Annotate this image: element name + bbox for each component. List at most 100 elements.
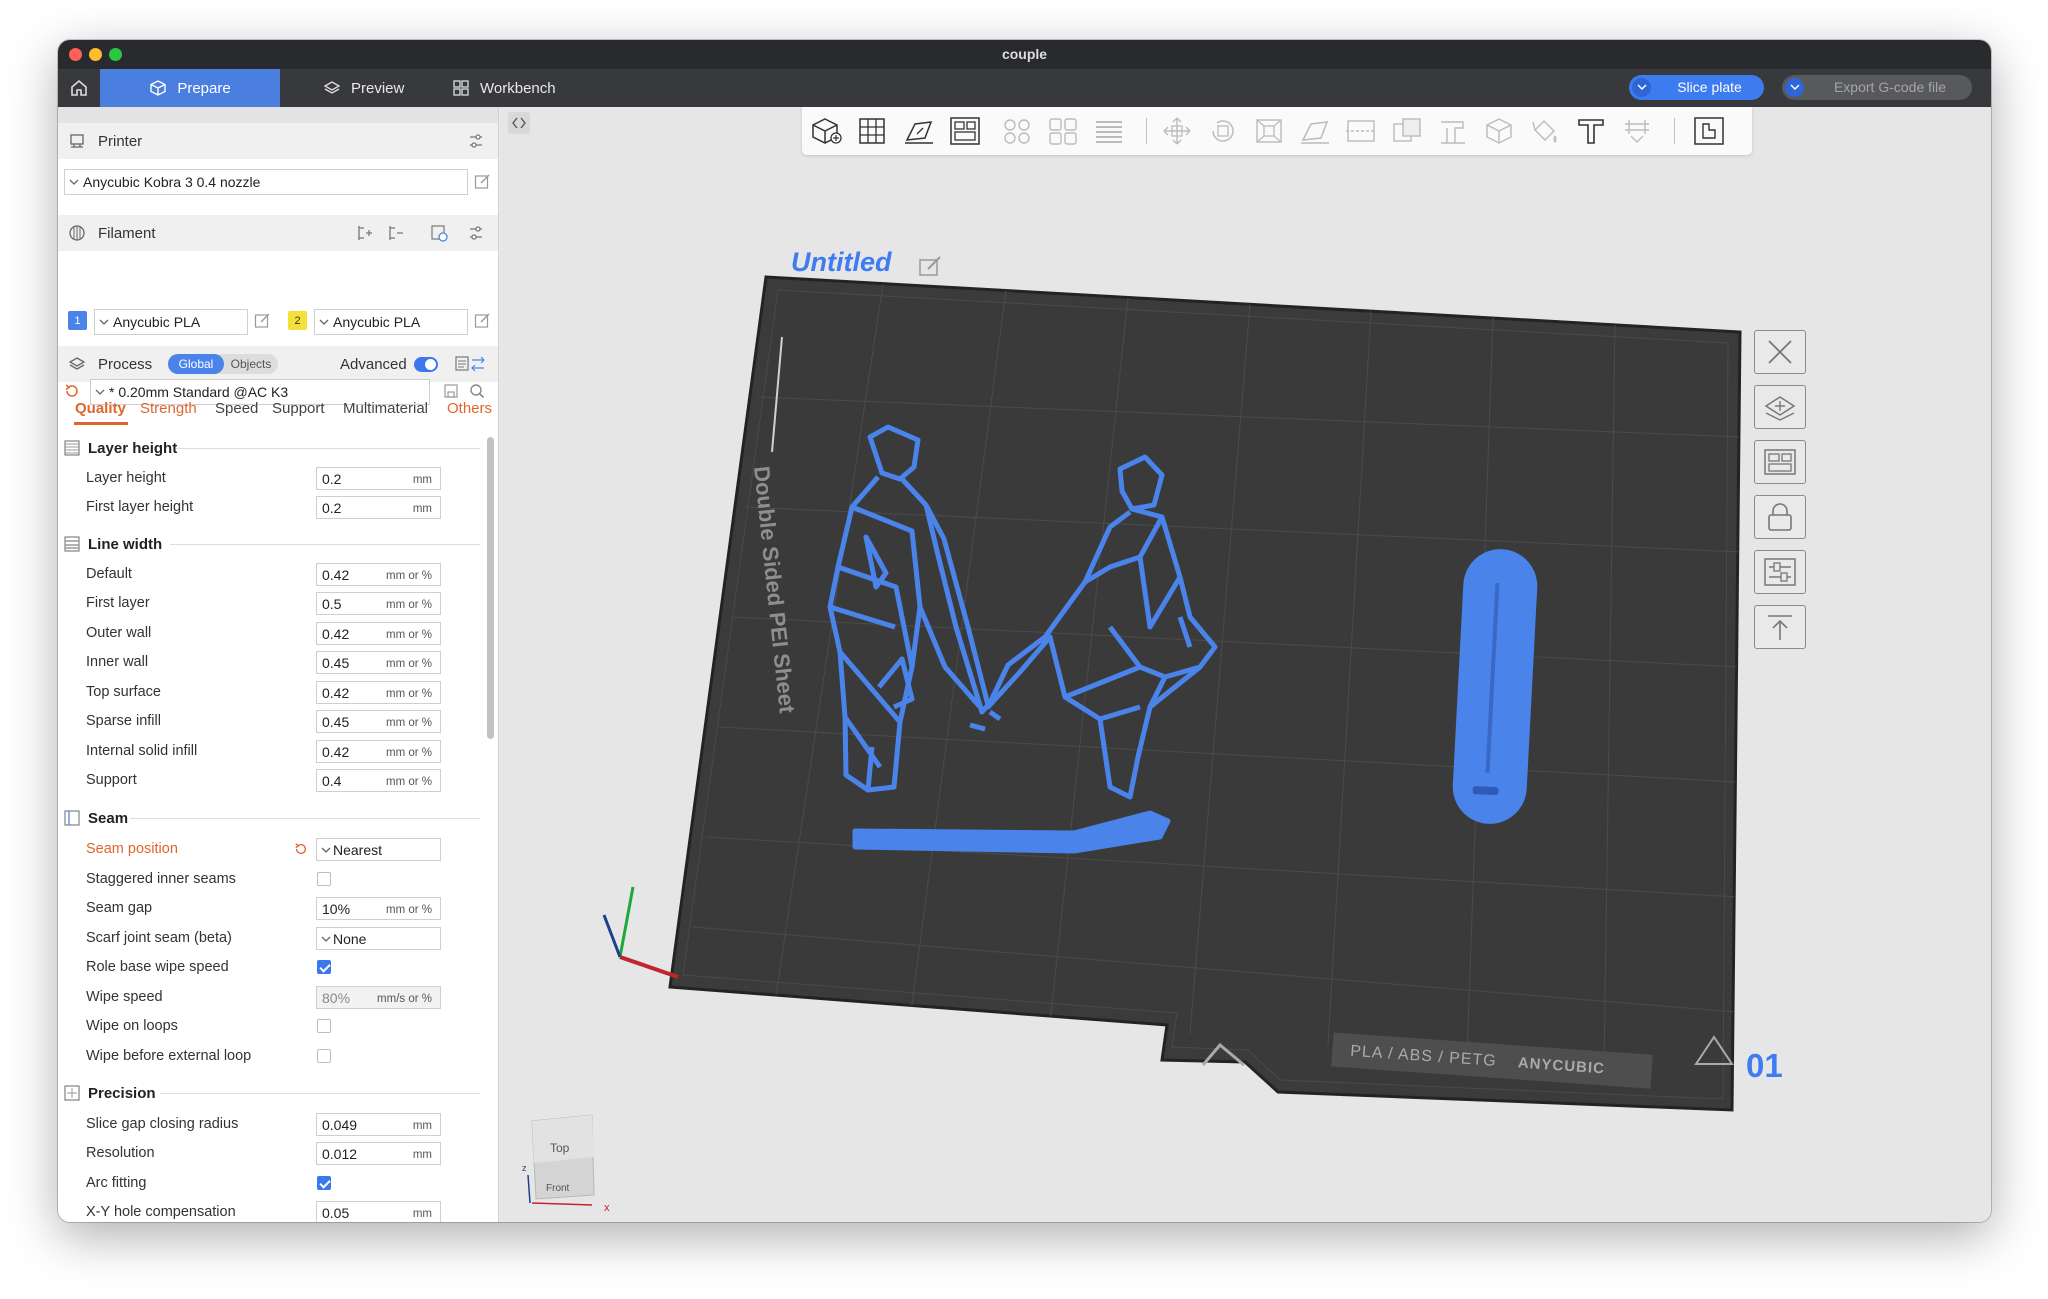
setting-outer-wall-width-input[interactable]: 0.42 mm or % [316,622,441,645]
settings-scrollbar[interactable] [486,437,496,1222]
setting-top-surface-width-label: Top surface [86,684,161,700]
filament-slot-2-value: Anycubic PLA [333,314,421,330]
plate-settings-button[interactable] [1754,550,1806,594]
scope-objects-button[interactable]: Objects [224,354,278,374]
group-line-width: Line width [64,533,162,555]
filament-slot-1-value: Anycubic PLA [113,314,201,330]
layer-height-icon [64,440,80,456]
axis-x-line [619,955,679,979]
setting-support-width-input[interactable]: 0.4 mm or % [316,769,441,792]
reset-setting-icon[interactable] [294,842,308,856]
add-filament-icon[interactable] [355,224,373,242]
setting-slice-gap-closing-radius-label: Slice gap closing radius [86,1116,239,1132]
3d-viewport[interactable]: Untitled Double Sided PEI Sheet PLA / AB… [500,107,1991,1222]
printer-settings-icon[interactable] [468,133,484,149]
subtab-quality[interactable]: Quality [75,400,126,417]
subtab-others[interactable]: Others [447,400,492,417]
filament-settings-icon[interactable] [468,225,484,241]
filament-section-header: Filament [58,215,498,251]
main-tab-bar: Prepare Preview Workbench Slice plate Ex… [58,69,1991,107]
setting-inner-wall-width-input[interactable]: 0.45 mm or % [316,651,441,674]
printer-select-value: Anycubic Kobra 3 0.4 nozzle [83,174,261,190]
setting-seam-gap-input[interactable]: 10% mm or % [316,897,441,920]
move-to-top-icon [1768,615,1792,640]
export-gcode-button[interactable]: Export G-code file [1782,75,1972,100]
home-button[interactable] [58,69,100,107]
tab-workbench-label: Workbench [480,79,556,97]
compare-presets-icon[interactable] [454,355,488,373]
setting-support-width-label: Support [86,772,137,788]
setting-default-width-input[interactable]: 0.42 mm or % [316,563,441,586]
setting-first-layer-height-input[interactable]: 0.2 mm [316,496,441,519]
setting-scarf-joint-seam-select[interactable]: None [316,927,441,950]
setting-sparse-infill-width-input[interactable]: 0.45 mm or % [316,710,441,733]
setting-resolution-input[interactable]: 0.012 mm [316,1142,441,1165]
tab-prepare-label: Prepare [177,79,231,97]
printer-section-header: Printer [58,123,498,159]
orient-plate-button[interactable] [1754,385,1806,429]
tab-prepare[interactable]: Prepare [100,69,280,107]
slice-plate-button[interactable]: Slice plate [1629,75,1764,100]
setting-sparse-infill-width-label: Sparse infill [86,713,161,729]
filament-slot-2-select[interactable]: Anycubic PLA [314,309,468,335]
chevron-down-icon [319,319,329,325]
tab-preview[interactable]: Preview [301,69,426,107]
seam-icon [64,810,80,826]
setting-wipe-on-loops-checkbox[interactable] [317,1019,331,1033]
export-dropdown-toggle[interactable] [1785,78,1804,97]
line-width-icon [64,536,80,552]
printer-select[interactable]: Anycubic Kobra 3 0.4 nozzle [64,169,468,195]
scope-global-button[interactable]: Global [168,354,224,374]
group-divider [130,818,480,819]
axis-y-line [618,886,635,958]
subtab-strength[interactable]: Strength [140,400,197,417]
setting-internal-solid-infill-width-input[interactable]: 0.42 mm or % [316,740,441,763]
setting-wipe-speed-input[interactable]: 80% mm/s or % [316,986,441,1009]
setting-arc-fitting-checkbox[interactable] [317,1176,331,1190]
subtab-speed[interactable]: Speed [215,400,258,417]
close-icon [1768,340,1792,364]
setting-default-width-label: Default [86,566,132,582]
setting-wipe-before-external-loop-checkbox[interactable] [317,1049,331,1063]
process-subtabs: Quality Strength Speed Support Multimate… [58,394,498,425]
subtab-multimaterial[interactable]: Multimaterial [343,400,428,417]
setting-first-layer-height-label: First layer height [86,499,194,515]
group-divider [176,448,480,449]
setting-layer-height-input[interactable]: 0.2 mm [316,467,441,490]
keychain-tab-model[interactable] [1451,547,1539,825]
layers-icon [323,81,341,94]
edit-filament-1-icon[interactable] [254,312,271,329]
group-divider [170,544,480,545]
setting-staggered-inner-seams-checkbox[interactable] [317,872,331,886]
slice-dropdown-toggle[interactable] [1632,78,1651,97]
orient-plate-icon [1764,396,1796,421]
setting-first-layer-width-input[interactable]: 0.5 mm or % [316,592,441,615]
move-plate-to-top-button[interactable] [1754,605,1806,649]
setting-resolution-label: Resolution [86,1145,155,1161]
setting-role-base-wipe-speed-checkbox[interactable] [317,960,331,974]
setting-seam-position-select[interactable]: Nearest [316,838,441,861]
remove-plate-button[interactable] [1754,330,1806,374]
settings-sidebar: Printer Anycubic Kobra 3 0.4 nozzle Fila… [58,107,499,1222]
filament-slot-1-select[interactable]: Anycubic PLA [94,309,248,335]
setting-slice-gap-closing-radius-input[interactable]: 0.049 mm [316,1113,441,1136]
tab-preview-label: Preview [351,79,405,97]
subtab-support[interactable]: Support [272,400,325,417]
lock-plate-button[interactable] [1754,495,1806,539]
cube-icon [150,80,167,96]
process-section-title: Process [98,356,153,373]
arrange-plate-button[interactable] [1754,440,1806,484]
edit-filament-2-icon[interactable] [474,312,491,329]
settings-scrollbar-thumb[interactable] [487,437,494,739]
advanced-toggle[interactable] [414,357,438,372]
filament-sync-icon[interactable] [430,224,448,242]
view-orientation-cube[interactable]: Top Front x z [522,1107,632,1217]
remove-filament-icon[interactable] [386,224,404,242]
setting-top-surface-width-input[interactable]: 0.42 mm or % [316,681,441,704]
edit-printer-icon[interactable] [474,173,491,190]
chevron-down-icon [321,847,331,853]
sidebar-top-strip [58,107,498,123]
tab-workbench[interactable]: Workbench [430,69,578,107]
view-cube-x-axis: x [604,1202,610,1214]
setting-xy-hole-compensation-input[interactable]: 0.05 mm [316,1201,441,1222]
